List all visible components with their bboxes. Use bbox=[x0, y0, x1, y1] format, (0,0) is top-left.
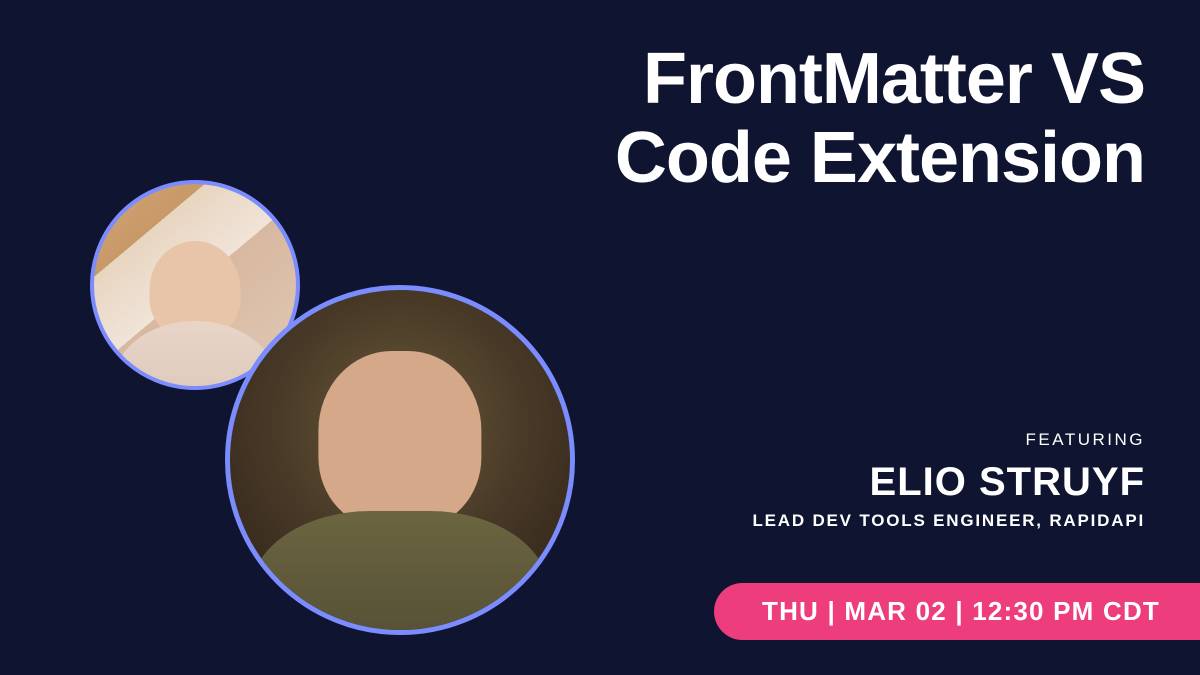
title-line-1: FrontMatter VS bbox=[615, 40, 1145, 119]
datetime-badge: THU | MAR 02 | 12:30 PM CDT bbox=[714, 583, 1200, 640]
guest-avatar bbox=[225, 285, 575, 635]
guest-role: LEAD DEV TOOLS ENGINEER, RAPIDAPI bbox=[752, 511, 1145, 531]
event-title: FrontMatter VS Code Extension bbox=[615, 40, 1145, 198]
title-line-2: Code Extension bbox=[615, 119, 1145, 198]
featuring-block: FEATURING ELIO STRUYF LEAD DEV TOOLS ENG… bbox=[752, 430, 1145, 531]
featuring-label: FEATURING bbox=[752, 430, 1145, 450]
guest-name: ELIO STRUYF bbox=[752, 460, 1145, 505]
